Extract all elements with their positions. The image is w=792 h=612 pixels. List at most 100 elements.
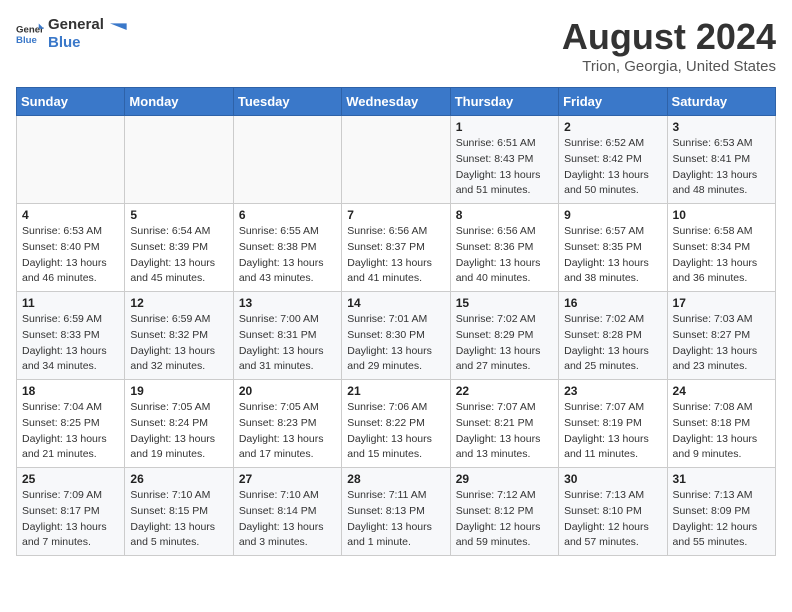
svg-text:Blue: Blue <box>16 35 37 46</box>
day-info: Sunrise: 6:59 AM Sunset: 8:32 PM Dayligh… <box>130 312 227 375</box>
day-info: Sunrise: 7:02 AM Sunset: 8:29 PM Dayligh… <box>456 312 553 375</box>
week-row-3: 11 Sunrise: 6:59 AM Sunset: 8:33 PM Dayli… <box>17 292 776 380</box>
day-info: Sunrise: 6:55 AM Sunset: 8:38 PM Dayligh… <box>239 224 336 287</box>
day-number: 29 <box>456 472 553 486</box>
day-number: 25 <box>22 472 119 486</box>
day-cell: 6Sunrise: 6:55 AM Sunset: 8:38 PM Daylig… <box>233 204 341 292</box>
day-cell: 14 Sunrise: 7:01 AM Sunset: 8:30 PM Dayli… <box>342 292 450 380</box>
day-info: Sunrise: 6:51 AM Sunset: 8:43 PM Dayligh… <box>456 136 553 199</box>
day-info: Sunrise: 7:09 AM Sunset: 8:17 PM Dayligh… <box>22 488 119 551</box>
day-cell: 1Sunrise: 6:51 AM Sunset: 8:43 PM Daylig… <box>450 116 558 204</box>
day-number: 19 <box>130 384 227 398</box>
day-cell: 18 Sunrise: 7:04 AM Sunset: 8:25 PM Dayli… <box>17 380 125 468</box>
day-info: Sunrise: 7:04 AM Sunset: 8:25 PM Dayligh… <box>22 400 119 463</box>
header-saturday: Saturday <box>667 88 775 116</box>
day-cell: 5 Sunrise: 6:54 AM Sunset: 8:39 PM Daylig… <box>125 204 233 292</box>
week-row-5: 25 Sunrise: 7:09 AM Sunset: 8:17 PM Dayli… <box>17 468 776 556</box>
day-number: 24 <box>673 384 770 398</box>
day-info: Sunrise: 6:53 AM Sunset: 8:40 PM Dayligh… <box>22 224 119 287</box>
title-block: August 2024 Trion, Georgia, United State… <box>562 16 776 75</box>
day-number: 4 <box>22 208 119 222</box>
day-info: Sunrise: 7:01 AM Sunset: 8:30 PM Dayligh… <box>347 312 444 375</box>
day-cell: 29 Sunrise: 7:12 AM Sunset: 8:12 PM Dayli… <box>450 468 558 556</box>
day-number: 14 <box>347 296 444 310</box>
day-cell: 3Sunrise: 6:53 AM Sunset: 8:41 PM Daylig… <box>667 116 775 204</box>
subtitle: Trion, Georgia, United States <box>562 58 776 75</box>
logo: General Blue General Blue <box>16 16 130 52</box>
day-info: Sunrise: 7:00 AM Sunset: 8:31 PM Dayligh… <box>239 312 336 375</box>
day-info: Sunrise: 7:05 AM Sunset: 8:24 PM Dayligh… <box>130 400 227 463</box>
day-number: 9 <box>564 208 661 222</box>
day-cell: 20 Sunrise: 7:05 AM Sunset: 8:23 PM Dayli… <box>233 380 341 468</box>
day-number: 22 <box>456 384 553 398</box>
week-row-4: 18 Sunrise: 7:04 AM Sunset: 8:25 PM Dayli… <box>17 380 776 468</box>
day-info: Sunrise: 7:11 AM Sunset: 8:13 PM Dayligh… <box>347 488 444 551</box>
day-cell: 10Sunrise: 6:58 AM Sunset: 8:34 PM Dayli… <box>667 204 775 292</box>
day-cell <box>17 116 125 204</box>
day-info: Sunrise: 7:13 AM Sunset: 8:10 PM Dayligh… <box>564 488 661 551</box>
day-info: Sunrise: 7:12 AM Sunset: 8:12 PM Dayligh… <box>456 488 553 551</box>
day-cell: 7Sunrise: 6:56 AM Sunset: 8:37 PM Daylig… <box>342 204 450 292</box>
day-cell <box>233 116 341 204</box>
day-info: Sunrise: 6:56 AM Sunset: 8:36 PM Dayligh… <box>456 224 553 287</box>
day-cell: 4 Sunrise: 6:53 AM Sunset: 8:40 PM Daylig… <box>17 204 125 292</box>
day-number: 27 <box>239 472 336 486</box>
day-info: Sunrise: 7:13 AM Sunset: 8:09 PM Dayligh… <box>673 488 770 551</box>
day-number: 20 <box>239 384 336 398</box>
week-row-1: 1Sunrise: 6:51 AM Sunset: 8:43 PM Daylig… <box>17 116 776 204</box>
logo-arrow-icon <box>110 20 130 40</box>
day-number: 15 <box>456 296 553 310</box>
day-cell: 26 Sunrise: 7:10 AM Sunset: 8:15 PM Dayli… <box>125 468 233 556</box>
header-sunday: Sunday <box>17 88 125 116</box>
day-info: Sunrise: 7:03 AM Sunset: 8:27 PM Dayligh… <box>673 312 770 375</box>
day-cell: 17Sunrise: 7:03 AM Sunset: 8:27 PM Dayli… <box>667 292 775 380</box>
day-number: 28 <box>347 472 444 486</box>
day-cell: 24 Sunrise: 7:08 AM Sunset: 8:18 PM Dayli… <box>667 380 775 468</box>
day-number: 31 <box>673 472 770 486</box>
day-cell: 9Sunrise: 6:57 AM Sunset: 8:35 PM Daylig… <box>559 204 667 292</box>
day-number: 18 <box>22 384 119 398</box>
day-number: 12 <box>130 296 227 310</box>
day-number: 30 <box>564 472 661 486</box>
header-row: SundayMondayTuesdayWednesdayThursdayFrid… <box>17 88 776 116</box>
day-cell: 15 Sunrise: 7:02 AM Sunset: 8:29 PM Dayli… <box>450 292 558 380</box>
day-cell: 27 Sunrise: 7:10 AM Sunset: 8:14 PM Dayli… <box>233 468 341 556</box>
logo-text-general: General <box>48 16 104 34</box>
day-cell: 16Sunrise: 7:02 AM Sunset: 8:28 PM Dayli… <box>559 292 667 380</box>
day-info: Sunrise: 6:56 AM Sunset: 8:37 PM Dayligh… <box>347 224 444 287</box>
day-info: Sunrise: 6:54 AM Sunset: 8:39 PM Dayligh… <box>130 224 227 287</box>
header-wednesday: Wednesday <box>342 88 450 116</box>
day-cell: 28 Sunrise: 7:11 AM Sunset: 8:13 PM Dayli… <box>342 468 450 556</box>
day-info: Sunrise: 7:10 AM Sunset: 8:14 PM Dayligh… <box>239 488 336 551</box>
day-cell <box>125 116 233 204</box>
header-friday: Friday <box>559 88 667 116</box>
calendar-body: 1Sunrise: 6:51 AM Sunset: 8:43 PM Daylig… <box>17 116 776 556</box>
header-thursday: Thursday <box>450 88 558 116</box>
day-info: Sunrise: 7:07 AM Sunset: 8:19 PM Dayligh… <box>564 400 661 463</box>
logo-text-blue: Blue <box>48 34 104 52</box>
week-row-2: 4 Sunrise: 6:53 AM Sunset: 8:40 PM Daylig… <box>17 204 776 292</box>
day-info: Sunrise: 7:08 AM Sunset: 8:18 PM Dayligh… <box>673 400 770 463</box>
day-info: Sunrise: 7:05 AM Sunset: 8:23 PM Dayligh… <box>239 400 336 463</box>
logo-icon: General Blue <box>16 20 44 48</box>
header-monday: Monday <box>125 88 233 116</box>
header-tuesday: Tuesday <box>233 88 341 116</box>
day-number: 5 <box>130 208 227 222</box>
day-info: Sunrise: 6:58 AM Sunset: 8:34 PM Dayligh… <box>673 224 770 287</box>
day-number: 13 <box>239 296 336 310</box>
day-number: 3 <box>673 120 770 134</box>
day-cell: 30 Sunrise: 7:13 AM Sunset: 8:10 PM Dayli… <box>559 468 667 556</box>
day-number: 26 <box>130 472 227 486</box>
day-cell: 12 Sunrise: 6:59 AM Sunset: 8:32 PM Dayli… <box>125 292 233 380</box>
day-cell: 13 Sunrise: 7:00 AM Sunset: 8:31 PM Dayli… <box>233 292 341 380</box>
calendar-header: SundayMondayTuesdayWednesdayThursdayFrid… <box>17 88 776 116</box>
day-info: Sunrise: 7:10 AM Sunset: 8:15 PM Dayligh… <box>130 488 227 551</box>
page-header: General Blue General Blue August 2024 Tr… <box>16 16 776 75</box>
calendar-table: SundayMondayTuesdayWednesdayThursdayFrid… <box>16 87 776 556</box>
day-info: Sunrise: 6:59 AM Sunset: 8:33 PM Dayligh… <box>22 312 119 375</box>
day-number: 21 <box>347 384 444 398</box>
day-cell: 25 Sunrise: 7:09 AM Sunset: 8:17 PM Dayli… <box>17 468 125 556</box>
day-number: 11 <box>22 296 119 310</box>
day-number: 23 <box>564 384 661 398</box>
day-cell: 2Sunrise: 6:52 AM Sunset: 8:42 PM Daylig… <box>559 116 667 204</box>
